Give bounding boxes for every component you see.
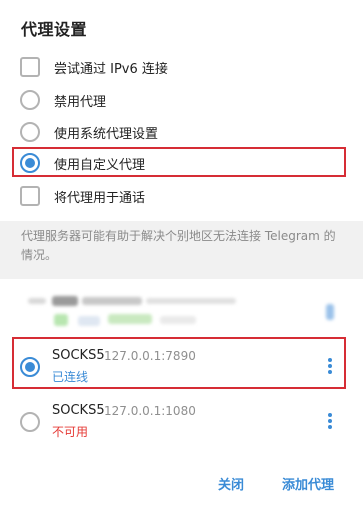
proxy-2-more-icon[interactable]	[327, 412, 333, 430]
option-disable-proxy-label: 禁用代理	[54, 94, 107, 110]
proxy-2-radio[interactable]	[20, 412, 40, 432]
obscured-proxy-row[interactable]	[20, 294, 334, 334]
option-system-proxy-label: 使用系统代理设置	[54, 126, 159, 142]
option-ipv6-label: 尝试通过 IPv6 连接	[54, 61, 168, 77]
proxy-2-address: 127.0.0.1:1080	[104, 404, 196, 418]
proxy-row-selected[interactable]: SOCKS5 127.0.0.1:7890 已连线	[20, 345, 343, 389]
option-proxy-calls-label: 将代理用于通话	[54, 190, 146, 206]
proxy-1-status: 已连线	[52, 370, 89, 384]
disable-proxy-radio[interactable]	[20, 90, 40, 110]
ipv6-checkbox[interactable]	[20, 57, 40, 77]
option-proxy-calls[interactable]: 将代理用于通话	[20, 185, 145, 207]
custom-proxy-radio[interactable]	[20, 153, 40, 173]
info-panel: 代理服务器可能有助于解决个别地区无法连接 Telegram 的情况。	[0, 221, 363, 279]
system-proxy-radio[interactable]	[20, 122, 40, 142]
proxy-1-type: SOCKS5	[52, 348, 105, 363]
option-custom-proxy[interactable]: 使用自定义代理	[20, 152, 145, 174]
dialog-title: 代理设置	[21, 20, 88, 39]
add-proxy-button[interactable]: 添加代理	[282, 474, 334, 493]
option-disable-proxy[interactable]: 禁用代理	[20, 89, 106, 111]
option-ipv6[interactable]: 尝试通过 IPv6 连接	[20, 56, 168, 78]
proxy-calls-checkbox[interactable]	[20, 186, 40, 206]
option-custom-proxy-label: 使用自定义代理	[54, 157, 146, 173]
proxy-row-unavailable[interactable]: SOCKS5 127.0.0.1:1080 不可用	[20, 400, 343, 444]
option-system-proxy[interactable]: 使用系统代理设置	[20, 121, 158, 143]
proxy-1-address: 127.0.0.1:7890	[104, 349, 196, 363]
proxy-1-radio[interactable]	[20, 357, 40, 377]
proxy-1-more-icon[interactable]	[327, 357, 333, 375]
proxy-2-type: SOCKS5	[52, 403, 105, 418]
info-text: 代理服务器可能有助于解决个别地区无法连接 Telegram 的情况。	[21, 229, 336, 262]
close-button[interactable]: 关闭	[218, 474, 244, 493]
proxy-2-status: 不可用	[52, 425, 89, 439]
